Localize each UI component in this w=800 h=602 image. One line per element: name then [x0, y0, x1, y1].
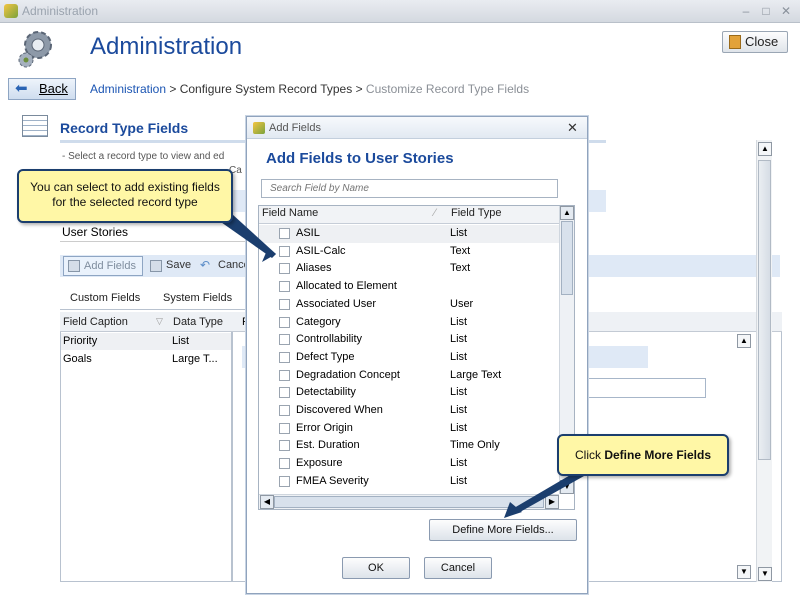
define-callout-arrowhead [504, 502, 522, 518]
define-callout-arrow [514, 474, 584, 512]
callout-define-bold: Define More Fields [604, 448, 712, 462]
callout-existing-fields: You can select to add existing fields fo… [17, 169, 233, 223]
callout-define-prefix: Click [574, 448, 605, 462]
callout-define-more: Click Define More Fields [557, 434, 729, 476]
callout-arrows [218, 214, 584, 518]
